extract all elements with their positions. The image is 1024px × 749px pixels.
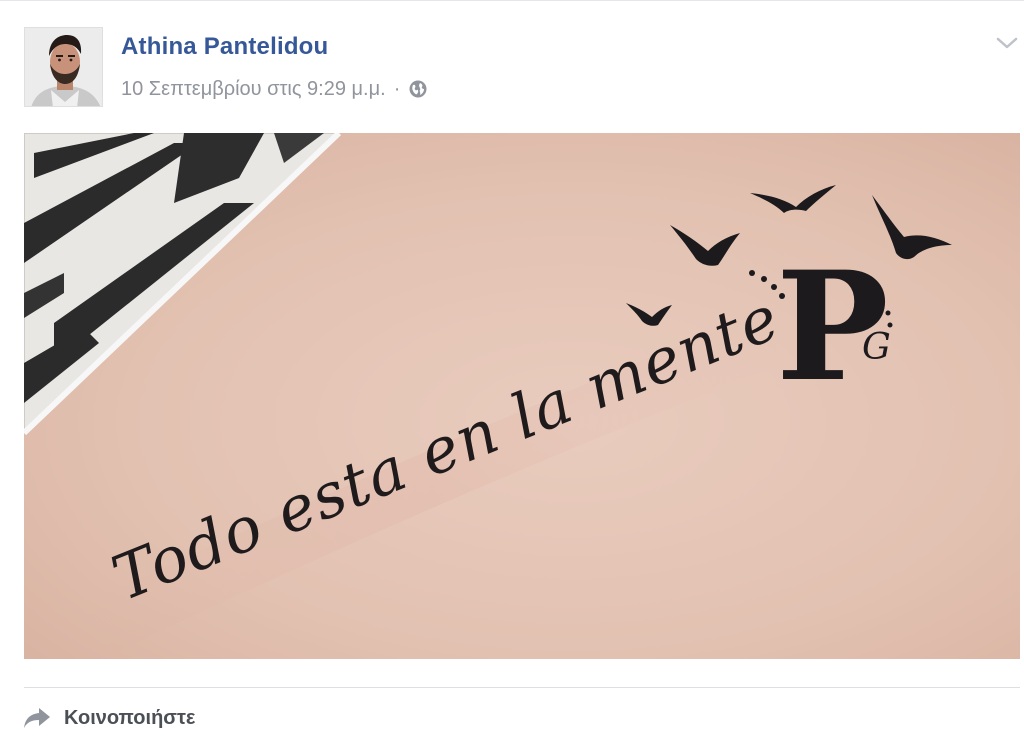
post-timestamp[interactable]: 10 Σεπτεμβρίου στις 9:29 μ.μ. <box>121 78 386 101</box>
post-photo[interactable]: Todo esta en la mente P G <box>24 133 1020 659</box>
author-name-link[interactable]: Athina Pantelidou <box>121 33 328 61</box>
monogram-small-letter: G <box>862 327 891 368</box>
avatar-portrait <box>25 28 102 106</box>
action-divider <box>24 687 1020 688</box>
share-label: Κοινοποιήστε <box>64 706 196 729</box>
share-arrow-icon <box>22 705 52 731</box>
post-meta: 10 Σεπτεμβρίου στις 9:29 μ.μ. · <box>121 75 428 103</box>
tattoo-photo: Todo esta en la mente P G <box>24 133 1020 659</box>
author-avatar[interactable] <box>24 27 103 107</box>
share-button[interactable]: Κοινοποιήστε <box>22 701 195 735</box>
globe-icon[interactable] <box>408 79 428 99</box>
feed-post: Athina Pantelidou 10 Σεπτεμβρίου στις 9:… <box>0 0 1024 749</box>
chevron-down-icon[interactable] <box>995 33 1019 53</box>
meta-separator: · <box>393 77 401 100</box>
